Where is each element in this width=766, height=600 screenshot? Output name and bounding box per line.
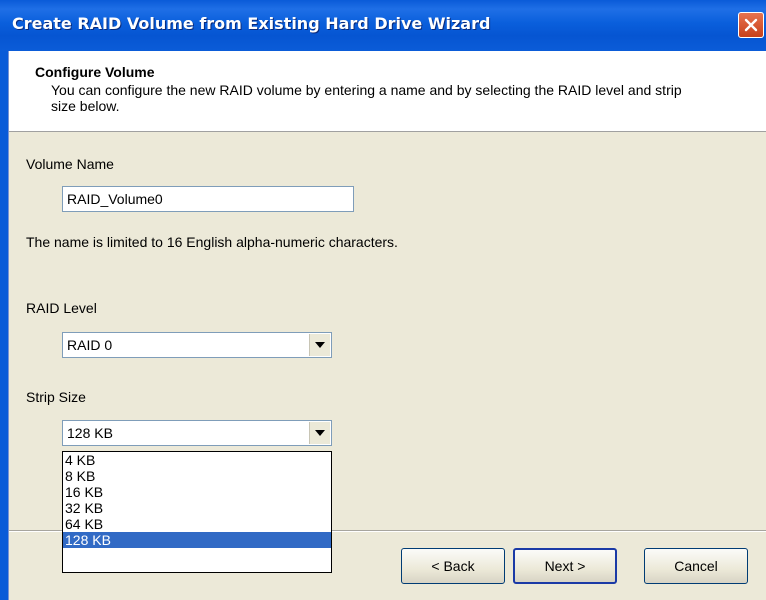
volume-name-value: RAID_Volume0 [67,191,163,207]
dropdown-option-128kb[interactable]: 128 KB [63,532,331,548]
page-description: You can configure the new RAID volume by… [51,82,682,114]
dropdown-option-8kb[interactable]: 8 KB [63,468,331,484]
dropdown-option-32kb[interactable]: 32 KB [63,500,331,516]
raid-level-select[interactable]: RAID 0 [62,332,332,358]
volume-name-hint: The name is limited to 16 English alpha-… [26,234,398,250]
window-title: Create RAID Volume from Existing Hard Dr… [12,14,491,33]
chevron-down-icon [315,342,325,348]
close-button[interactable] [738,12,764,38]
raid-level-value: RAID 0 [67,337,113,353]
wizard-header: Configure Volume You can configure the n… [9,51,766,132]
cancel-button[interactable]: Cancel [644,548,748,584]
volume-name-input[interactable]: RAID_Volume0 [62,186,354,212]
strip-size-dropdown-button[interactable] [309,422,330,444]
raid-level-dropdown-button[interactable] [309,334,330,356]
dropdown-option-64kb[interactable]: 64 KB [63,516,331,532]
dropdown-option-4kb[interactable]: 4 KB [63,452,331,468]
close-icon [744,18,758,32]
raid-level-label: RAID Level [26,300,97,316]
title-bar[interactable]: Create RAID Volume from Existing Hard Dr… [0,0,766,51]
volume-name-label: Volume Name [26,156,114,172]
page-title: Configure Volume [35,64,155,80]
strip-size-select[interactable]: 128 KB [62,420,332,446]
window-frame-left [0,51,9,600]
next-button[interactable]: Next > [513,548,617,584]
chevron-down-icon [315,430,325,436]
dropdown-option-16kb[interactable]: 16 KB [63,484,331,500]
strip-size-dropdown-list[interactable]: 4 KB 8 KB 16 KB 32 KB 64 KB 128 KB [62,451,332,573]
strip-size-value: 128 KB [67,425,113,441]
strip-size-label: Strip Size [26,389,86,405]
back-button[interactable]: < Back [401,548,505,584]
